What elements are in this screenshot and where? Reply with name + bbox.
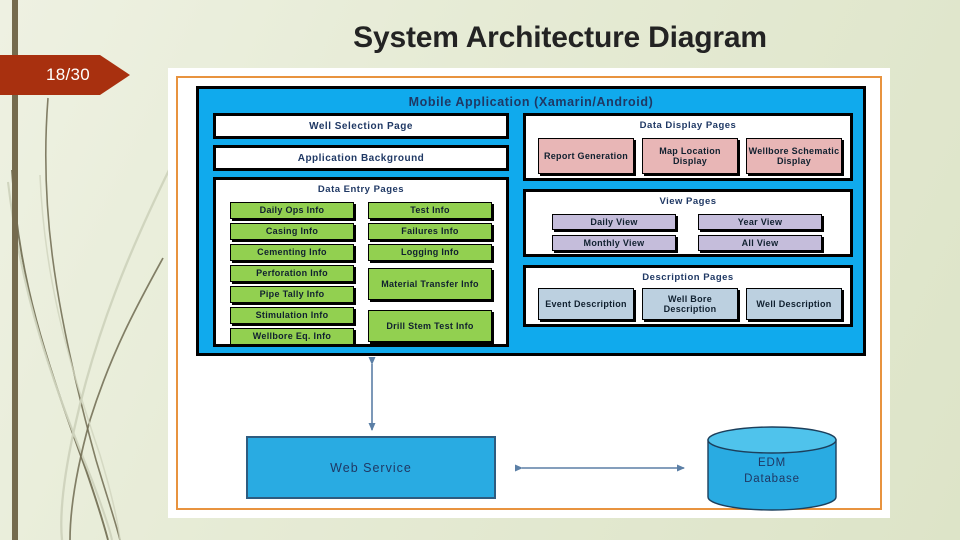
edm-database-cylinder[interactable]: EDM Database — [706, 426, 838, 511]
web-service-box[interactable]: Web Service — [246, 436, 496, 499]
diagram-panel: Mobile Application (Xamarin/Android) Wel… — [168, 68, 890, 518]
cylinder-shape — [707, 426, 837, 511]
page-number-text: 18/30 — [46, 65, 91, 84]
page-title: System Architecture Diagram — [353, 21, 767, 54]
diagram-panel-inner: Mobile Application (Xamarin/Android) Wel… — [176, 76, 882, 511]
